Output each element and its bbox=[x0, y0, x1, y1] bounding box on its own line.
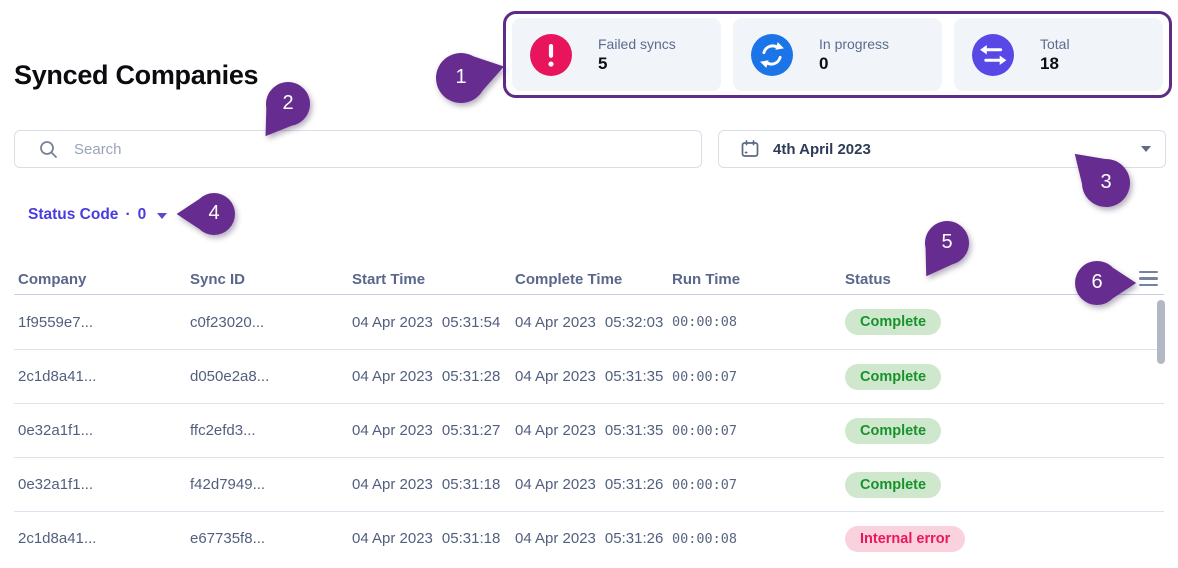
status-badge: Complete bbox=[845, 417, 942, 444]
cell-company: 2c1d8a41... bbox=[18, 530, 97, 547]
filter-count: 0 bbox=[137, 206, 147, 223]
stat-label: Failed syncs bbox=[598, 35, 676, 52]
cell-company: 0e32a1f1... bbox=[18, 476, 94, 493]
status-code-filter[interactable]: Status Code · 0 bbox=[28, 206, 168, 224]
stat-card-failed-syncs: Failed syncs 5 bbox=[512, 18, 721, 91]
stat-value: 18 bbox=[1040, 53, 1059, 73]
synced-companies-page: Synced Companies Failed syncs 5 In progr… bbox=[0, 0, 1178, 568]
alert-icon bbox=[530, 33, 572, 76]
cell-complete-time: 04 Apr 2023 05:31:26 bbox=[515, 476, 664, 493]
column-header-complete-time: Complete Time bbox=[515, 270, 623, 288]
cell-start-time: 04 Apr 2023 05:31:18 bbox=[352, 530, 501, 547]
status-badge: Complete bbox=[845, 309, 942, 335]
synced-companies-table: Company Sync ID Start Time Complete Time… bbox=[14, 264, 1164, 565]
cell-start-time: 04 Apr 2023 05:31:27 bbox=[352, 422, 501, 439]
date-picker[interactable]: 4th April 2023 bbox=[718, 130, 1166, 168]
table-row[interactable]: 0e32a1f1... f42d7949... 04 Apr 2023 05:31:1… bbox=[14, 457, 1164, 511]
cell-sync-id: c0f23020... bbox=[190, 313, 265, 331]
table-row[interactable]: 2c1d8a41... e67735f8... 04 Apr 2023 05:31:1… bbox=[14, 511, 1164, 565]
table-row[interactable]: 1f9559e7... c0f23020... 04 Apr 2023 05:31:5… bbox=[14, 295, 1164, 349]
cell-company: 2c1d8a41... bbox=[18, 368, 97, 385]
cell-start-time: 04 Apr 2023 05:31:54 bbox=[352, 313, 501, 331]
cell-run-time: 00:00:08 bbox=[672, 314, 738, 330]
annotation-number: 2 bbox=[282, 92, 294, 115]
stat-value: 0 bbox=[819, 53, 829, 73]
search-box[interactable] bbox=[14, 130, 702, 168]
table-row[interactable]: 2c1d8a41... d050e2a8... 04 Apr 2023 05:31:2… bbox=[14, 349, 1164, 403]
cell-company: 0e32a1f1... bbox=[18, 422, 94, 439]
table-row[interactable]: 0e32a1f1... ffc2efd3... 04 Apr 2023 05:31:2… bbox=[14, 403, 1164, 457]
column-header-run-time: Run Time bbox=[672, 270, 741, 288]
cell-run-time: 00:00:07 bbox=[672, 422, 738, 439]
column-header-start-time: Start Time bbox=[352, 270, 426, 288]
stats-panel: Failed syncs 5 In progress 0 Total 18 bbox=[503, 11, 1172, 98]
cell-start-time: 04 Apr 2023 05:31:18 bbox=[352, 476, 501, 493]
table-header: Company Sync ID Start Time Complete Time… bbox=[14, 264, 1164, 295]
table-scrollbar-thumb[interactable] bbox=[1157, 300, 1165, 364]
chevron-down-icon bbox=[157, 213, 168, 219]
annotation-pin-4: 4 bbox=[154, 154, 274, 274]
stat-card-in-progress: In progress 0 bbox=[733, 18, 942, 91]
cell-run-time: 00:00:08 bbox=[672, 530, 738, 547]
cell-complete-time: 04 Apr 2023 05:32:03 bbox=[515, 313, 664, 331]
cell-sync-id: ffc2efd3... bbox=[190, 422, 256, 439]
cell-run-time: 00:00:07 bbox=[672, 476, 738, 493]
cell-status: Complete bbox=[845, 309, 1164, 335]
column-header-status: Status bbox=[845, 270, 891, 288]
filter-separator: · bbox=[125, 206, 131, 223]
transfer-icon bbox=[972, 33, 1014, 76]
column-header-company: Company bbox=[18, 270, 87, 288]
calendar-icon bbox=[741, 140, 759, 157]
cell-sync-id: d050e2a8... bbox=[190, 368, 270, 385]
chevron-down-icon bbox=[1141, 146, 1151, 152]
cell-status: Complete bbox=[845, 417, 1164, 444]
cell-status: Complete bbox=[845, 471, 1164, 498]
cell-complete-time: 04 Apr 2023 05:31:35 bbox=[515, 422, 664, 439]
annotation-number: 1 bbox=[455, 66, 467, 89]
cell-sync-id: e67735f8... bbox=[190, 530, 266, 547]
annotation-number: 4 bbox=[208, 202, 220, 225]
column-header-sync-id: Sync ID bbox=[190, 270, 246, 288]
status-badge: Internal error bbox=[845, 525, 966, 552]
stat-label: In progress bbox=[819, 35, 890, 52]
cell-company: 1f9559e7... bbox=[18, 313, 94, 331]
search-input[interactable] bbox=[72, 139, 689, 159]
annotation-number: 3 bbox=[1100, 171, 1112, 194]
cell-status: Internal error bbox=[845, 525, 1164, 552]
filter-label: Status Code bbox=[28, 206, 119, 223]
stat-card-total: Total 18 bbox=[954, 18, 1163, 91]
sync-icon bbox=[751, 33, 793, 76]
cell-sync-id: f42d7949... bbox=[190, 476, 266, 493]
cell-status: Complete bbox=[845, 363, 1164, 390]
cell-complete-time: 04 Apr 2023 05:31:35 bbox=[515, 368, 664, 385]
page-title: Synced Companies bbox=[14, 60, 259, 91]
table-body: 1f9559e7... c0f23020... 04 Apr 2023 05:31:5… bbox=[14, 295, 1164, 565]
annotation-number: 5 bbox=[941, 231, 953, 254]
stat-value: 5 bbox=[598, 53, 608, 73]
date-picker-value: 4th April 2023 bbox=[773, 140, 871, 158]
search-icon bbox=[40, 140, 57, 158]
cell-run-time: 00:00:07 bbox=[672, 368, 738, 385]
cell-complete-time: 04 Apr 2023 05:31:26 bbox=[515, 530, 664, 547]
cell-start-time: 04 Apr 2023 05:31:28 bbox=[352, 368, 501, 385]
status-badge: Complete bbox=[845, 471, 942, 498]
status-badge: Complete bbox=[845, 363, 942, 390]
stat-label: Total bbox=[1040, 35, 1070, 52]
table-menu-icon[interactable] bbox=[1139, 270, 1158, 287]
